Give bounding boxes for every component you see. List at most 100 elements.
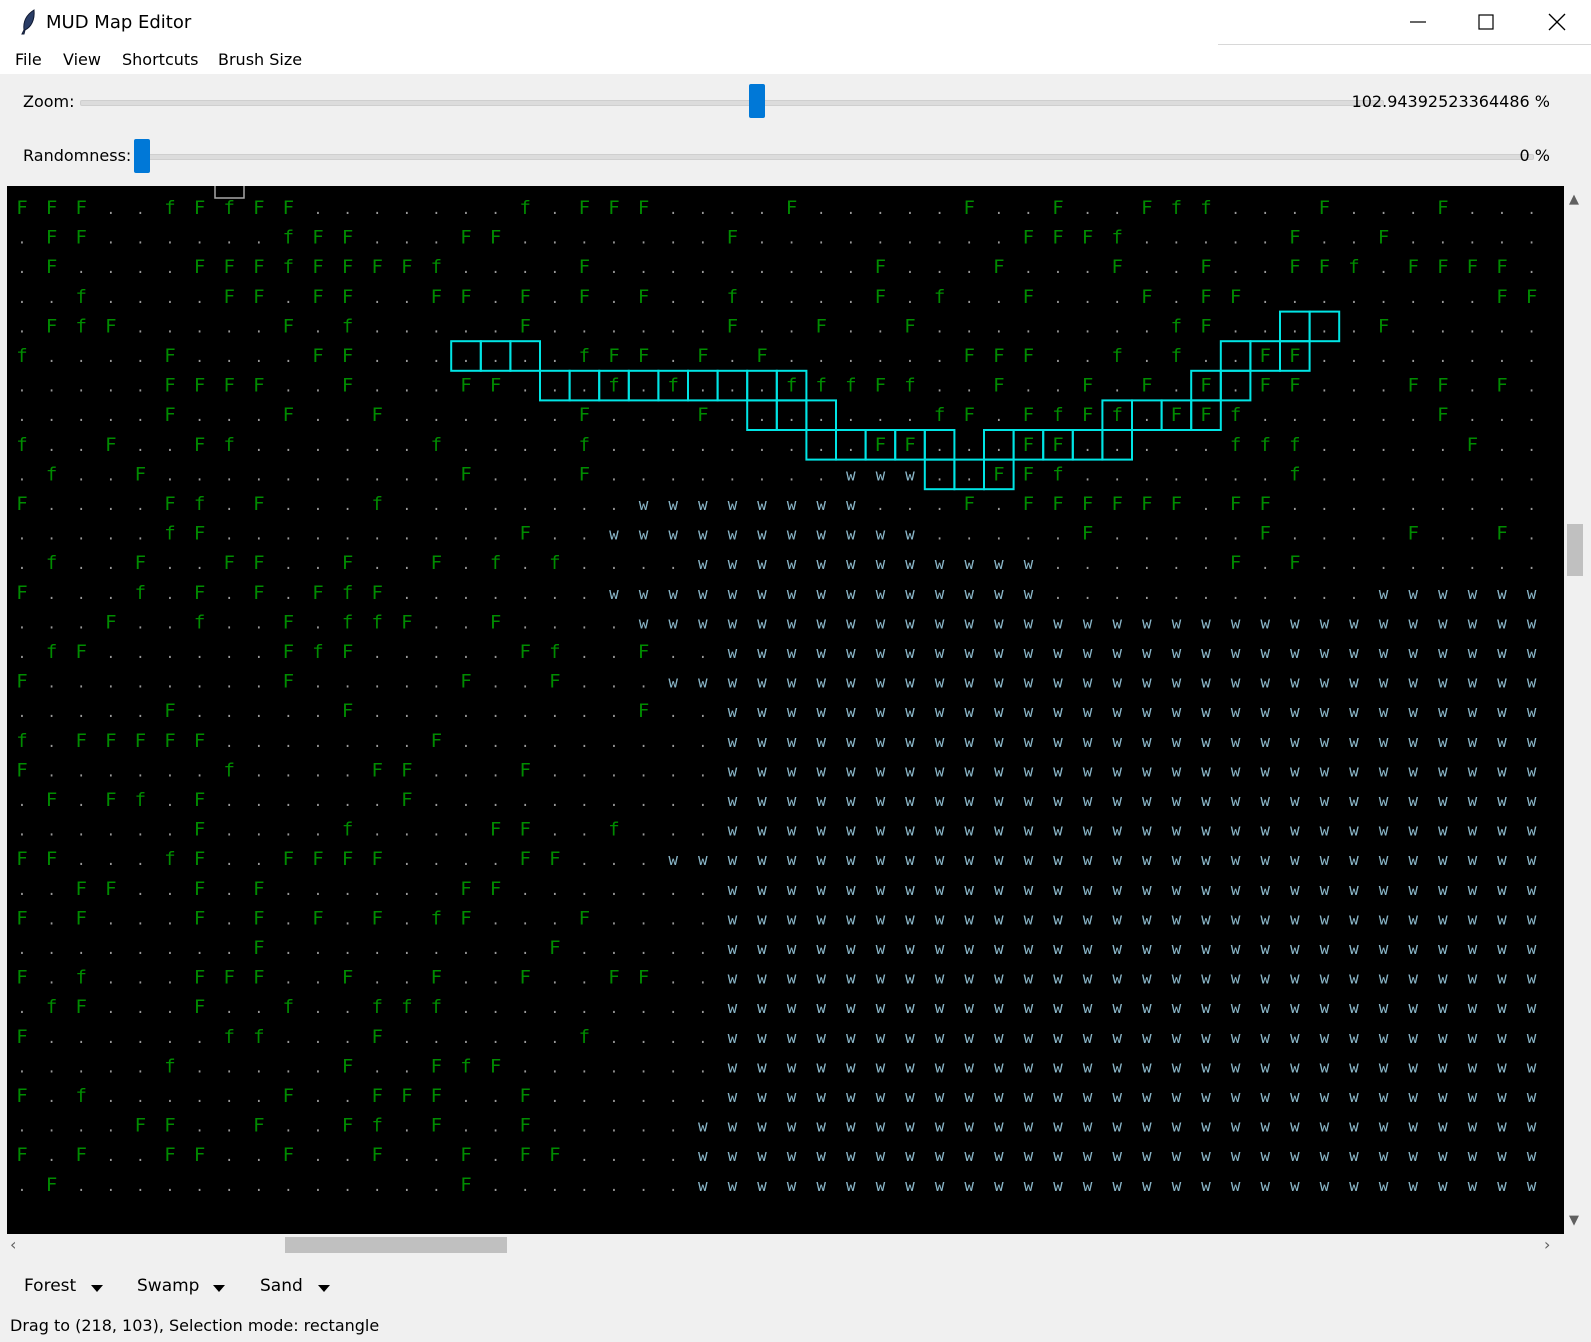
- empty-tile: .: [107, 912, 115, 928]
- swamp-tile: w: [964, 702, 974, 721]
- swamp-tile: w: [787, 939, 797, 958]
- scroll-right-icon[interactable]: ›: [1544, 1235, 1550, 1254]
- forest-tile: F: [1171, 404, 1182, 426]
- empty-tile: .: [47, 1060, 55, 1076]
- empty-tile: .: [107, 1060, 115, 1076]
- horizontal-scroll-thumb[interactable]: [285, 1237, 507, 1253]
- swamp-tile: w: [1497, 880, 1507, 899]
- vertical-scroll-thumb[interactable]: [1567, 524, 1583, 576]
- swamp-tile: w: [994, 702, 1004, 721]
- swamp-tile: w: [1083, 1087, 1093, 1106]
- forest-tile: f: [16, 434, 27, 456]
- title-bar: MUD Map Editor: [0, 0, 1591, 46]
- empty-tile: .: [1498, 498, 1506, 514]
- empty-tile: .: [1083, 320, 1091, 336]
- swamp-tile: w: [1142, 821, 1152, 840]
- empty-tile: .: [225, 1179, 233, 1195]
- swamp-tile: w: [846, 761, 856, 780]
- empty-tile: .: [491, 735, 499, 751]
- empty-tile: .: [255, 320, 263, 336]
- empty-tile: .: [728, 202, 736, 218]
- menu-view[interactable]: View: [63, 50, 101, 69]
- close-button[interactable]: [1523, 0, 1591, 44]
- forest-tile: F: [16, 1085, 27, 1107]
- empty-tile: .: [1231, 350, 1239, 366]
- chevron-down-icon[interactable]: [213, 1285, 225, 1292]
- menu-brush-size[interactable]: Brush Size: [218, 50, 302, 69]
- forest-tile: F: [75, 730, 86, 752]
- sand-brush-menu[interactable]: Sand: [260, 1276, 303, 1296]
- empty-tile: .: [610, 409, 618, 425]
- empty-tile: .: [1439, 439, 1447, 455]
- forest-tile: F: [401, 611, 412, 633]
- forest-tile: F: [1319, 256, 1330, 278]
- zoom-slider-track[interactable]: [80, 100, 1384, 106]
- horizontal-scrollbar[interactable]: ‹ ›: [0, 1234, 1564, 1256]
- swamp-tile: w: [935, 1146, 945, 1165]
- forest-brush-menu[interactable]: Forest: [24, 1276, 76, 1296]
- zoom-slider-thumb[interactable]: [748, 84, 765, 118]
- scroll-down-icon[interactable]: ▼: [1569, 1213, 1579, 1228]
- swamp-tile: w: [728, 1146, 738, 1165]
- menu-file[interactable]: File: [15, 50, 42, 69]
- swamp-tile: w: [1112, 791, 1122, 810]
- forest-tile: F: [283, 404, 294, 426]
- empty-tile: .: [521, 676, 529, 692]
- swamp-tile: w: [1201, 702, 1211, 721]
- swamp-tile: w: [757, 969, 767, 988]
- scroll-left-icon[interactable]: ‹: [10, 1235, 16, 1254]
- maximize-button[interactable]: [1452, 0, 1520, 44]
- empty-tile: .: [580, 1001, 588, 1017]
- swamp-tile: w: [1527, 1146, 1537, 1165]
- forest-tile: f: [223, 434, 234, 456]
- swamp-tile: w: [1290, 850, 1300, 869]
- empty-tile: .: [728, 380, 736, 396]
- empty-tile: .: [995, 291, 1003, 307]
- swamp-tile: w: [1497, 1028, 1507, 1047]
- empty-tile: .: [995, 498, 1003, 514]
- empty-tile: .: [18, 261, 26, 277]
- empty-tile: .: [1320, 557, 1328, 573]
- empty-tile: .: [225, 883, 233, 899]
- menu-shortcuts[interactable]: Shortcuts: [122, 50, 198, 69]
- forest-tile: F: [253, 552, 264, 574]
- swamp-tile: w: [1438, 909, 1448, 928]
- empty-tile: .: [462, 764, 470, 780]
- swamp-tile: w: [1142, 1176, 1152, 1195]
- randomness-slider-thumb[interactable]: [134, 139, 150, 173]
- forest-tile: F: [519, 819, 530, 841]
- empty-tile: .: [551, 380, 559, 396]
- map-grid[interactable]: FFF..fFfFF.......f.FFF....F.....F..F..Ff…: [7, 186, 1564, 1234]
- forest-tile: F: [579, 286, 590, 308]
- empty-tile: .: [491, 498, 499, 514]
- empty-tile: .: [166, 942, 174, 958]
- forest-tile: F: [46, 848, 57, 870]
- empty-tile: .: [876, 409, 884, 425]
- swamp-brush-menu[interactable]: Swamp: [137, 1276, 199, 1296]
- swamp-tile: w: [935, 821, 945, 840]
- scroll-up-icon[interactable]: ▲: [1569, 192, 1579, 207]
- minimize-button[interactable]: [1384, 0, 1452, 44]
- empty-tile: .: [580, 232, 588, 248]
- map-canvas[interactable]: FFF..fFfFF.......f.FFF....F.....F..F..Ff…: [7, 186, 1564, 1234]
- swamp-tile: w: [728, 821, 738, 840]
- empty-tile: .: [462, 616, 470, 632]
- swamp-tile: w: [816, 525, 826, 544]
- empty-tile: .: [1231, 232, 1239, 248]
- empty-tile: .: [462, 320, 470, 336]
- empty-tile: .: [403, 587, 411, 603]
- empty-tile: .: [255, 705, 263, 721]
- empty-tile: .: [1439, 350, 1447, 366]
- swamp-tile: w: [816, 673, 826, 692]
- forest-tile: F: [401, 789, 412, 811]
- randomness-slider-track[interactable]: [134, 154, 1534, 160]
- swamp-tile: w: [1408, 880, 1418, 899]
- forest-tile: F: [342, 641, 353, 663]
- chevron-down-icon[interactable]: [318, 1285, 330, 1292]
- vertical-scrollbar[interactable]: ▲ ▼: [1564, 186, 1586, 1234]
- forest-tile: F: [164, 1144, 175, 1166]
- forest-tile: f: [16, 730, 27, 752]
- maximize-icon: [1478, 14, 1494, 30]
- empty-tile: .: [166, 1031, 174, 1047]
- chevron-down-icon[interactable]: [91, 1285, 103, 1292]
